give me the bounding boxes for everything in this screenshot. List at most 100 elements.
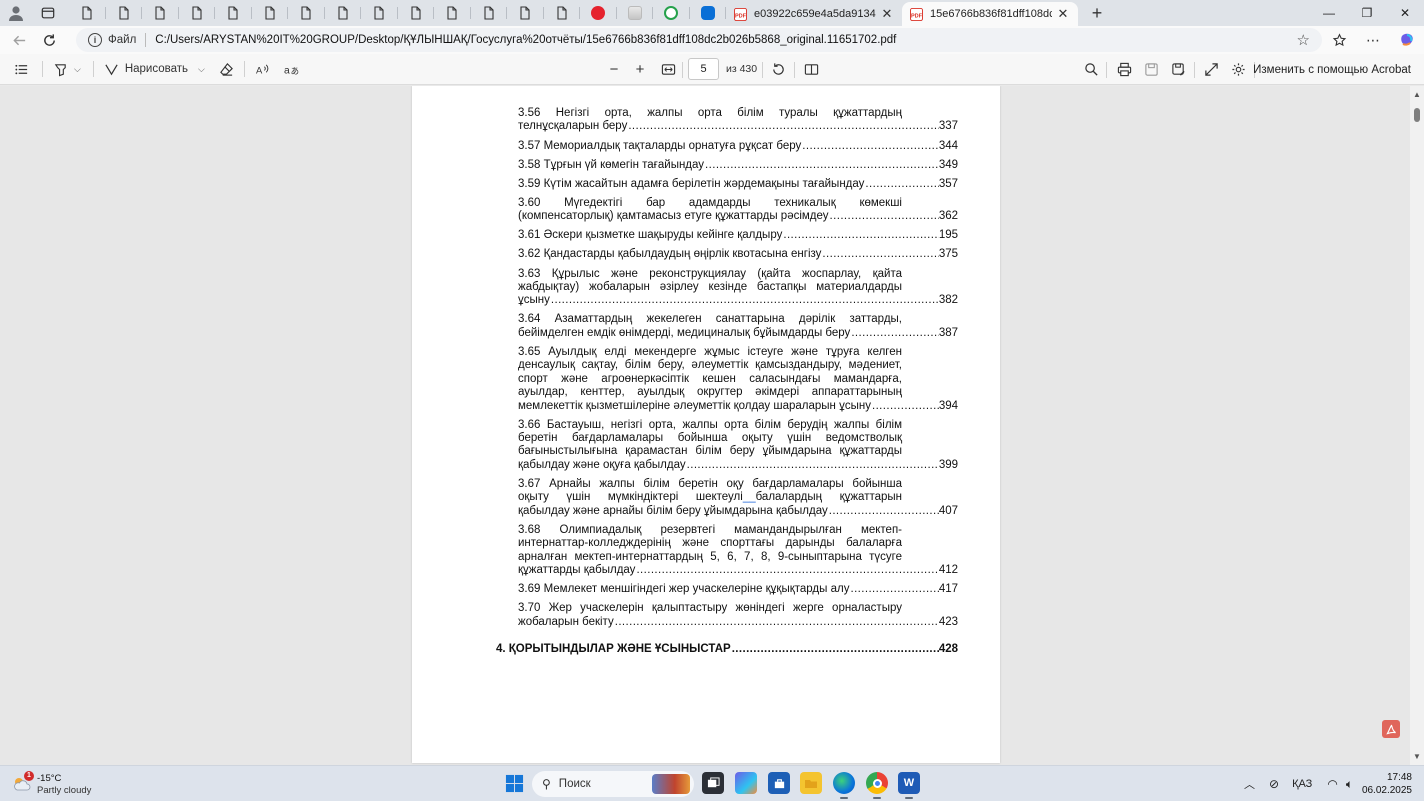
show-hidden-icons-chevron-icon[interactable]: ︿ xyxy=(1244,776,1255,792)
find-button[interactable] xyxy=(1082,56,1100,82)
toc-entry[interactable]: 3.69 Мемлекет меншігіндегі жер учаскелер… xyxy=(518,583,958,596)
print-button[interactable] xyxy=(1115,56,1133,82)
eraser-button[interactable] xyxy=(219,56,234,82)
zoom-out-button[interactable]: − xyxy=(606,56,622,82)
pinned-tab-document[interactable] xyxy=(471,0,508,26)
save-as-button[interactable] xyxy=(1169,56,1187,82)
settings-button[interactable] xyxy=(1229,56,1247,82)
toc-entry-title: 4. ҚОРЫТЫНДЫЛАР ЖӘНЕ ҰСЫНЫСТАР xyxy=(496,642,731,655)
system-clock[interactable]: 17:48 06.02.2025 xyxy=(1362,771,1412,797)
rotate-button[interactable] xyxy=(769,56,787,82)
toc-entry[interactable]: 3.64 Азаматтардың жекелеген санаттарына … xyxy=(518,313,958,340)
scroll-up-arrow-icon[interactable]: ▲ xyxy=(1413,90,1421,99)
tab-close-icon[interactable]: ✕ xyxy=(880,6,894,22)
toc-entry[interactable]: 3.62 Қандастарды қабылдаудың өңірлік кво… xyxy=(518,248,958,261)
toc-entry[interactable]: 3.66 Бастауыш, негізгі орта, жалпы орта … xyxy=(518,419,958,473)
highlight-tool-button[interactable]: ⌵ xyxy=(53,56,81,82)
pinned-tab-document[interactable] xyxy=(215,0,252,26)
pinned-tab-red-app[interactable] xyxy=(580,0,617,26)
address-bar[interactable]: i Файл C:/Users/ARYSTAN%20IT%20GROUP/Des… xyxy=(76,28,1322,52)
windows-start-icon[interactable] xyxy=(505,774,524,793)
back-arrow-icon xyxy=(12,35,25,45)
toc-leader-dots: ........................................… xyxy=(628,120,939,133)
pinned-tab-document[interactable] xyxy=(69,0,106,26)
draw-tool-button[interactable]: Нарисовать ⌵ xyxy=(104,56,205,82)
pinned-tab-document[interactable] xyxy=(288,0,325,26)
weather-widget[interactable]: 1 -15°C Partly cloudy xyxy=(12,771,132,797)
toc-entry[interactable]: 3.60 Мүгедектігі бар адамдарды техникалы… xyxy=(518,197,958,224)
taskbar-search-box[interactable]: ⚲ Поиск xyxy=(532,771,694,797)
toc-entry-last-line: 4. ҚОРЫТЫНДЫЛАР ЖӘНЕ ҰСЫНЫСТАР..........… xyxy=(496,643,958,656)
pinned-tab-document[interactable] xyxy=(544,0,581,26)
word-app-icon[interactable]: W xyxy=(898,772,920,799)
page-view-button[interactable] xyxy=(802,56,820,82)
scrollbar-thumb[interactable] xyxy=(1414,108,1420,122)
pinned-tab-document[interactable] xyxy=(398,0,435,26)
tab-pdf-1[interactable]: PDF e03922c659e4a5da913420eb777a ✕ xyxy=(726,2,902,26)
toc-entry[interactable]: 3.58 Тұрғын үй көмегін тағайындау.......… xyxy=(518,159,958,172)
read-aloud-button[interactable]: A xyxy=(255,56,270,82)
toc-page-number: 417 xyxy=(938,583,958,596)
pinned-tab-whatsapp[interactable] xyxy=(653,0,690,26)
toc-entry[interactable]: 3.68 Олимпиадалық резервтегі мамандандыр… xyxy=(518,524,958,578)
pinned-tab-mail[interactable] xyxy=(690,0,727,26)
copilot-icon[interactable] xyxy=(1390,32,1424,48)
task-view-icon[interactable] xyxy=(702,772,724,794)
minimize-button[interactable]: — xyxy=(1310,0,1348,26)
toc-entry[interactable]: 3.70 Жер учаскелерін қалыптастыру жөнінд… xyxy=(518,602,958,629)
pinned-tab-document[interactable] xyxy=(507,0,544,26)
refresh-button[interactable] xyxy=(34,27,64,53)
acrobat-logo-icon[interactable] xyxy=(1382,720,1400,738)
toc-entry[interactable]: 3.67 Арнайы жалпы білім беретін оқу бағд… xyxy=(518,478,958,518)
more-menu-icon[interactable]: ⋯ xyxy=(1356,32,1390,49)
fullscreen-button[interactable] xyxy=(1202,56,1220,82)
translate-button[interactable]: aあ xyxy=(284,56,299,82)
pdf-icon: PDF xyxy=(734,7,747,21)
tab-pdf-2-active[interactable]: PDF 15e6766b836f81dff108dc2b026b5 ✕ xyxy=(902,2,1078,26)
toc-entry[interactable]: 4. ҚОРЫТЫНДЫЛАР ЖӘНЕ ҰСЫНЫСТАР..........… xyxy=(496,643,958,656)
pinned-tab-document[interactable] xyxy=(106,0,143,26)
volume-icon[interactable]: 🔈︎ xyxy=(1346,777,1353,792)
language-indicator[interactable]: ҚАЗ xyxy=(1292,778,1312,790)
file-explorer-icon[interactable] xyxy=(800,772,822,794)
page-number-input[interactable]: 5 xyxy=(688,58,719,80)
toc-entry[interactable]: 3.65 Ауылдық елді мекендерге жұмыс істеу… xyxy=(518,346,958,413)
profile-avatar-icon[interactable] xyxy=(5,2,27,24)
favorites-icon[interactable] xyxy=(1322,32,1356,48)
pinned-tab-document[interactable] xyxy=(142,0,179,26)
zoom-in-button[interactable]: + xyxy=(632,56,648,82)
pinned-tab-image[interactable] xyxy=(617,0,654,26)
wifi-icon[interactable]: ◠ xyxy=(1327,777,1337,791)
address-url[interactable]: C:/Users/ARYSTAN%20IT%20GROUP/Desktop/ҚҰ… xyxy=(155,34,896,46)
close-window-button[interactable]: ✕ xyxy=(1386,0,1424,26)
pinned-tab-document[interactable] xyxy=(325,0,362,26)
vertical-scrollbar[interactable]: ▲ ▼ xyxy=(1410,86,1424,765)
pinned-tab-document[interactable] xyxy=(179,0,216,26)
store-app-icon[interactable] xyxy=(768,772,790,794)
edge-browser-icon[interactable] xyxy=(833,772,855,799)
contents-list-icon[interactable] xyxy=(12,56,30,82)
chrome-browser-icon[interactable] xyxy=(866,772,888,799)
save-button[interactable] xyxy=(1142,56,1160,82)
pinned-tab-document[interactable] xyxy=(252,0,289,26)
pinned-tab-document[interactable] xyxy=(434,0,471,26)
pinned-tab-document[interactable] xyxy=(361,0,398,26)
toc-entry[interactable]: 3.63 Құрылыс және реконструкциялау (қайт… xyxy=(518,268,958,308)
toc-entry[interactable]: 3.57 Мемориалдық тақталарды орнатуға рұқ… xyxy=(518,140,958,153)
maximize-button[interactable]: ❐ xyxy=(1348,0,1386,26)
toc-entry[interactable]: 3.61 Әскери қызметке шақыруды кейінге қа… xyxy=(518,229,958,242)
tab-close-icon[interactable]: ✕ xyxy=(1056,6,1070,22)
scroll-down-arrow-icon[interactable]: ▼ xyxy=(1413,752,1421,761)
workspaces-icon[interactable] xyxy=(37,2,59,24)
new-tab-button[interactable]: + xyxy=(1084,0,1110,26)
network-off-icon[interactable]: ⊘ xyxy=(1269,777,1279,791)
edit-with-acrobat-button[interactable]: Изменить с помощью Acrobat xyxy=(1253,54,1411,85)
toc-link-fragment[interactable]: __ xyxy=(743,491,756,503)
back-button[interactable] xyxy=(4,27,34,53)
toc-entry[interactable]: 3.56 Негізгі орта, жалпы орта білім тура… xyxy=(518,107,958,134)
toc-entry[interactable]: 3.59 Күтім жасайтын адамға берілетін жәр… xyxy=(518,178,958,191)
fit-width-button[interactable] xyxy=(659,56,677,82)
site-info-icon[interactable]: i xyxy=(88,33,102,47)
copilot-app-icon[interactable] xyxy=(735,772,757,794)
favorite-star-icon[interactable]: ☆ xyxy=(1297,31,1310,49)
